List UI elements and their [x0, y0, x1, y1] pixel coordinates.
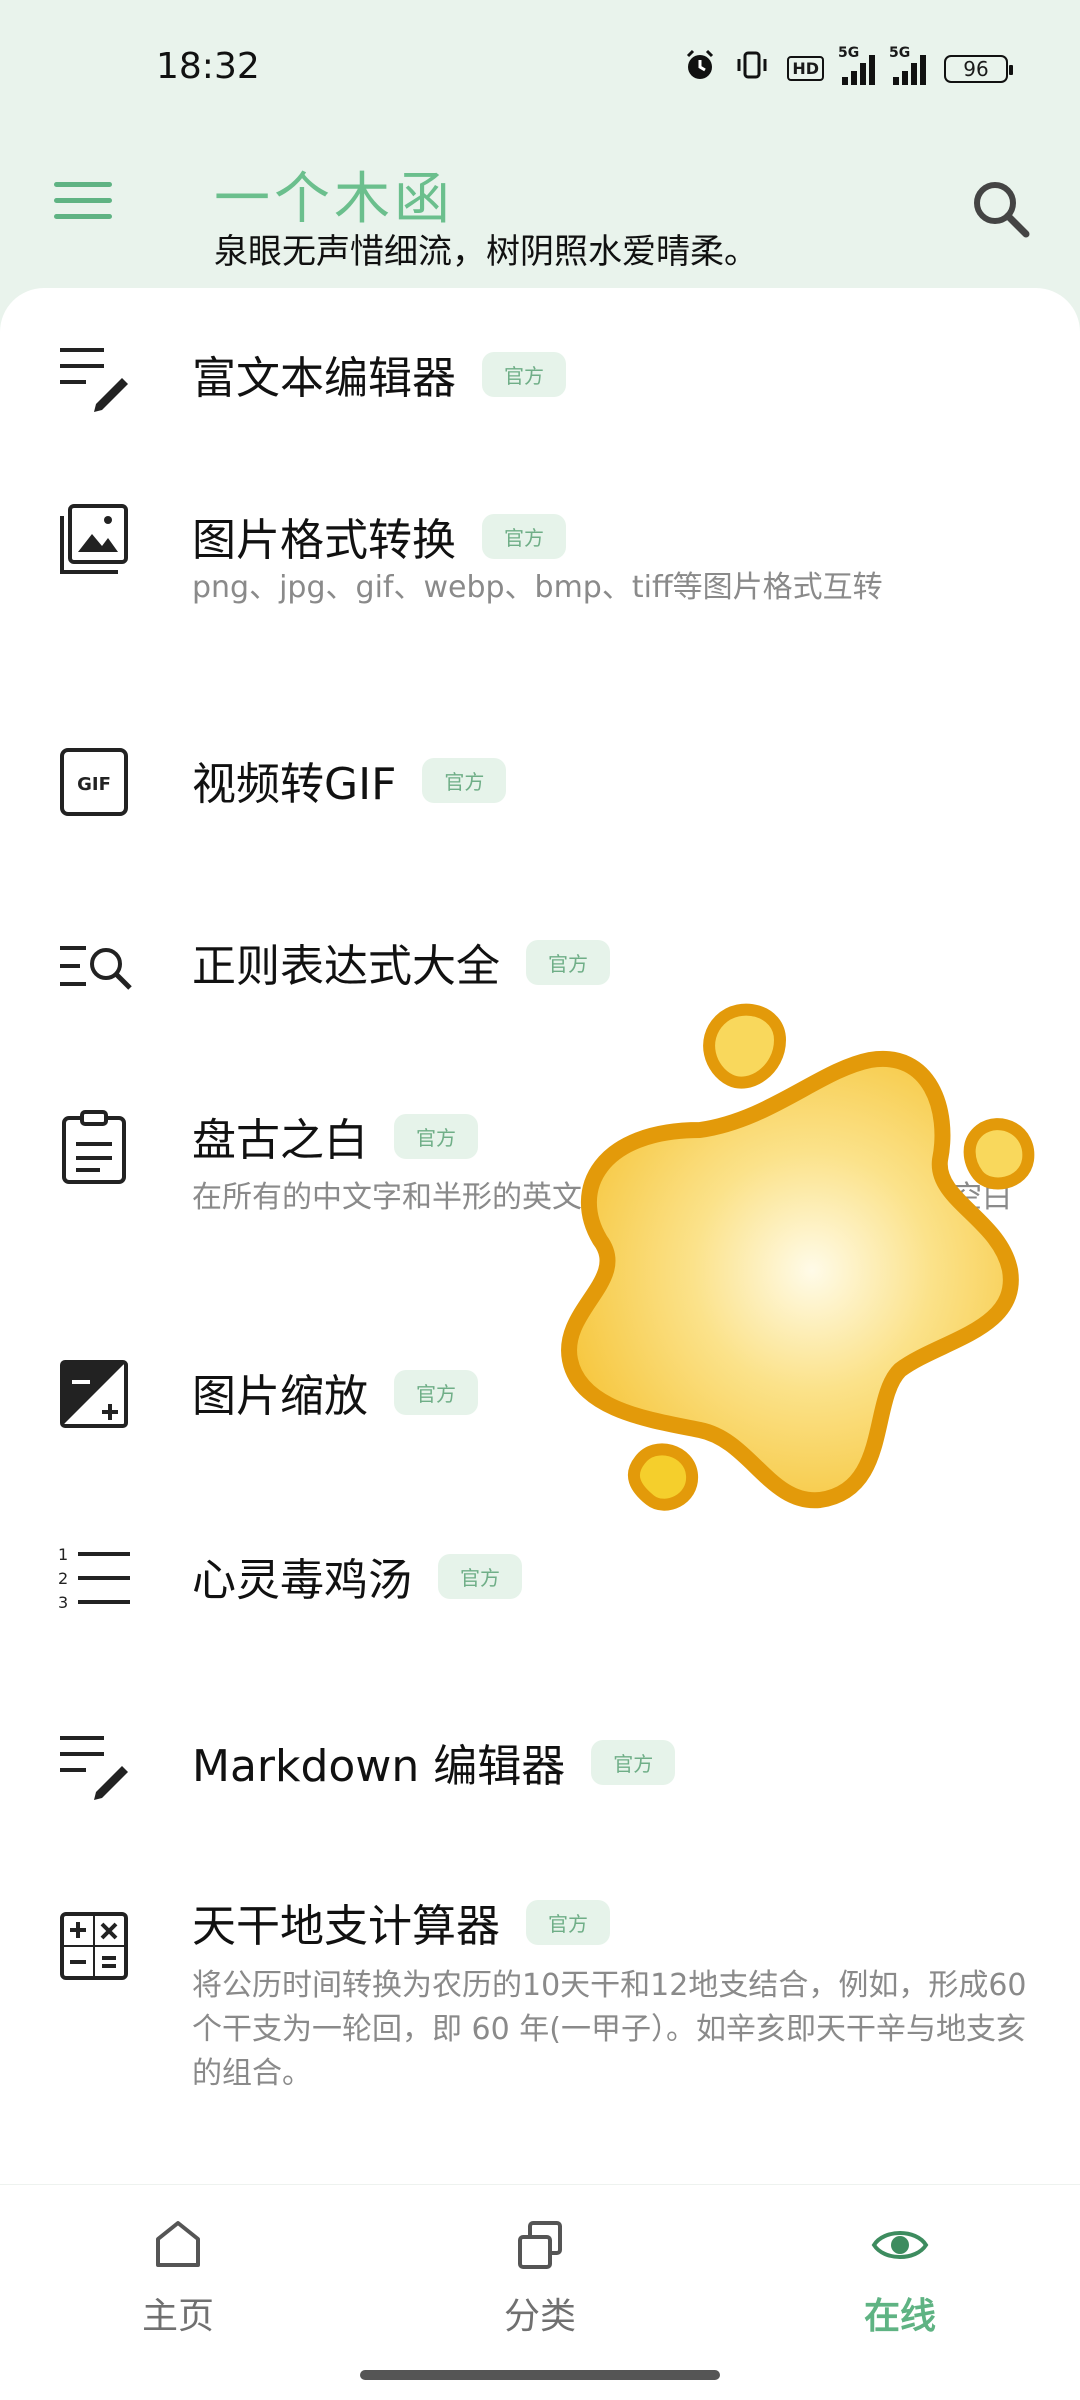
official-badge: 官方 — [591, 1739, 676, 1785]
official-badge: 官方 — [526, 939, 610, 985]
tab-online-label: 在线 — [863, 2296, 936, 2337]
svg-text:3: 3 — [58, 1593, 68, 1612]
home-icon — [148, 2215, 208, 2275]
list-item-video-gif[interactable]: GIF 视频转GIF 官方 — [0, 684, 1080, 874]
item-title: 天干地支计算器 — [192, 1901, 500, 1952]
signal-icon-1: 5G — [838, 45, 875, 85]
markdown-edit-icon — [56, 1726, 136, 1806]
image-scale-icon — [56, 1356, 136, 1436]
hd-voice-icon: HD — [787, 56, 824, 81]
official-badge: 官方 — [394, 1113, 478, 1159]
gif-icon: GIF — [56, 744, 136, 824]
svg-text:1: 1 — [58, 1545, 68, 1564]
item-description: png、jpg、gif、webp、bmp、tiff等图片格式互转 — [192, 570, 883, 605]
svg-text:2: 2 — [58, 1569, 68, 1588]
item-title: Markdown 编辑器 — [192, 1741, 566, 1792]
list-item-ganzhi[interactable]: 天干地支计算器 官方 将公历时间转换为农历的10天干和12地支结合，例如，形成6… — [0, 1854, 1080, 2184]
official-badge: 官方 — [394, 1369, 478, 1415]
search-icon[interactable] — [966, 174, 1036, 244]
tab-home[interactable]: 主页 — [78, 2215, 278, 2339]
svg-text:GIF: GIF — [77, 774, 111, 795]
battery-icon: 96 — [944, 54, 1013, 83]
app-title: 一个木函 — [214, 167, 454, 232]
clipboard-icon — [56, 1108, 136, 1188]
official-badge: 官方 — [526, 1899, 610, 1945]
home-indicator[interactable] — [360, 2370, 720, 2380]
item-title: 心灵毒鸡汤 — [192, 1555, 412, 1606]
list-item-rich-text[interactable]: 富文本编辑器 官方 — [0, 288, 1080, 454]
status-icons: HD 5G 5G 96 — [683, 45, 1013, 89]
bottom-nav: 主页 分类 在线 — [0, 2184, 1080, 2400]
image-convert-icon — [56, 502, 136, 582]
battery-level: 96 — [963, 56, 989, 81]
item-description: 将公历时间转换为农历的10天干和12地支结合，例如，形成60个干支为一轮回，即 … — [192, 1968, 1027, 2091]
tab-home-label: 主页 — [141, 2296, 214, 2337]
status-time: 18:32 — [156, 46, 260, 87]
official-badge: 官方 — [438, 1553, 522, 1599]
app-subtitle: 泉眼无声惜细流，树阴照水爱晴柔。 — [214, 232, 758, 272]
eye-icon — [870, 2215, 930, 2275]
item-title: 视频转GIF — [192, 759, 397, 810]
regex-search-icon — [56, 928, 136, 1008]
tab-online[interactable]: 在线 — [800, 2215, 1000, 2339]
status-bar: 18:32 HD 5G 5G 96 — [0, 0, 1080, 140]
tab-category-label: 分类 — [503, 2296, 576, 2337]
rich-text-edit-icon — [56, 338, 136, 418]
category-icon — [510, 2215, 570, 2275]
signal-icon-2: 5G — [889, 45, 926, 85]
numbered-list-icon: 1 2 3 — [56, 1540, 136, 1620]
tab-category[interactable]: 分类 — [440, 2215, 640, 2339]
menu-icon[interactable] — [54, 182, 112, 230]
official-badge: 官方 — [482, 513, 566, 559]
alarm-icon — [683, 48, 717, 89]
vibrate-icon — [735, 48, 769, 89]
floating-star-blob[interactable] — [540, 990, 1060, 1530]
item-title: 正则表达式大全 — [192, 941, 500, 992]
official-badge: 官方 — [482, 351, 566, 397]
list-item-image-convert[interactable]: 图片格式转换 官方 png、jpg、gif、webp、bmp、tiff等图片格式… — [0, 454, 1080, 684]
item-title: 富文本编辑器 — [192, 353, 456, 404]
calculator-icon — [56, 1908, 136, 1988]
app-bar: 一个木函 泉眼无声惜细流，树阴照水爱晴柔。 — [0, 140, 1080, 290]
item-title: 盘古之白 — [192, 1115, 368, 1166]
item-title: 图片缩放 — [192, 1371, 368, 1422]
official-badge: 官方 — [422, 757, 507, 803]
list-item-markdown[interactable]: Markdown 编辑器 官方 — [0, 1674, 1080, 1854]
item-title: 图片格式转换 — [192, 515, 456, 566]
